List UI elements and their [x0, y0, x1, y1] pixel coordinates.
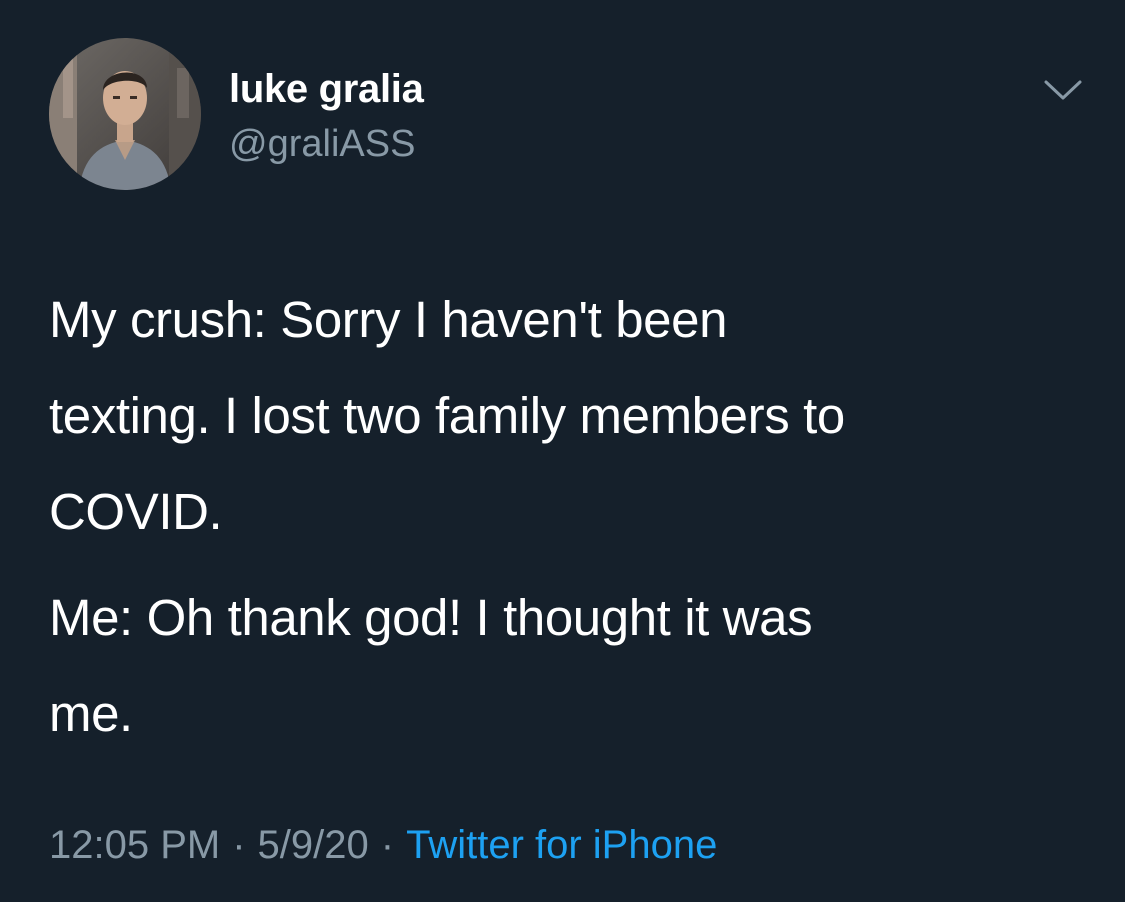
tweet-card: luke gralia @graliASS My crush: Sorry I …: [0, 0, 1125, 902]
profile-photo-icon: [49, 38, 201, 190]
author-handle[interactable]: @graliASS: [229, 122, 415, 166]
tweet-paragraph: Me: Oh thank god! I thought it was me.: [49, 589, 813, 742]
tweet-time[interactable]: 12:05 PM: [49, 823, 220, 867]
tweet-date[interactable]: 5/9/20: [258, 823, 369, 867]
avatar[interactable]: [49, 38, 201, 190]
tweet-paragraph: My crush: Sorry I haven't been texting. …: [49, 291, 845, 540]
author-display-name[interactable]: luke gralia: [229, 66, 424, 112]
tweet-menu-button[interactable]: [1040, 74, 1086, 106]
separator-dot: ·: [232, 823, 246, 867]
chevron-down-icon: [1044, 80, 1082, 100]
separator-dot: ·: [380, 823, 395, 867]
tweet-text: My crush: Sorry I haven't been texting. …: [49, 272, 1089, 762]
tweet-metadata: 12:05 PM · 5/9/20 · Twitter for iPhone: [49, 820, 717, 870]
tweet-source-link[interactable]: Twitter for iPhone: [406, 823, 717, 867]
